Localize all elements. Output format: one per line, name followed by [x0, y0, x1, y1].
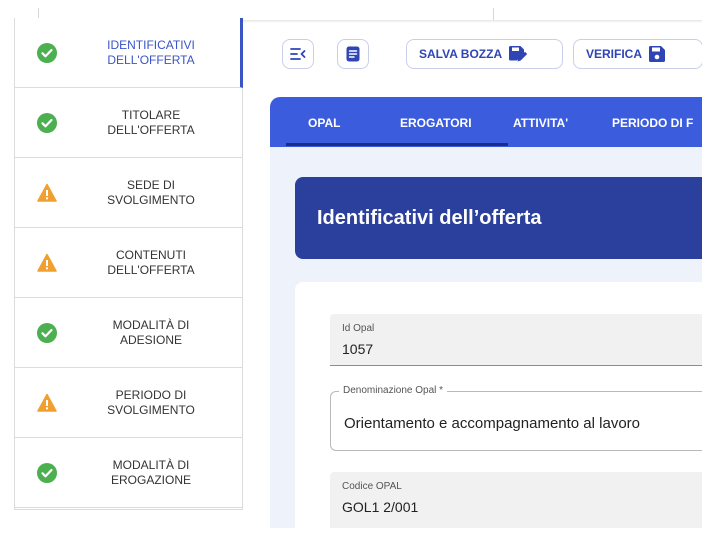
save-draft-button[interactable]: SALVA BOZZA	[406, 39, 563, 69]
warning-icon	[37, 393, 57, 412]
save-draft-icon	[509, 46, 528, 62]
codice-opal-label: Codice OPAL	[342, 481, 402, 492]
sidebar-item-label: MODALITÀ DI ADESIONE	[112, 317, 190, 347]
sidebar-item-sede[interactable]: SEDE DI SVOLGIMENTO	[15, 158, 243, 228]
sidebar-item-label: IDENTIFICATIVI DELL'OFFERTA	[107, 37, 195, 67]
sidebar-item-contenuti[interactable]: CONTENUTI DELL'OFFERTA	[15, 228, 243, 298]
tab-opal[interactable]: OPAL	[308, 97, 340, 147]
denominazione-label: Denominazione Opal *	[339, 385, 448, 396]
codice-opal-field[interactable]: Codice OPAL GOL1 2/001	[330, 472, 702, 528]
warning-icon	[37, 253, 57, 272]
denominazione-field[interactable]: Denominazione Opal * Orientamento e acco…	[330, 385, 702, 451]
id-opal-label: Id Opal	[342, 323, 375, 334]
sidebar-item-identificativi[interactable]: IDENTIFICATIVI DELL'OFFERTA	[15, 18, 243, 88]
section-header: Identificativi dell’offerta	[295, 177, 702, 259]
sidebar-item-titolare[interactable]: TITOLARE DELL'OFFERTA	[15, 88, 243, 158]
sidebar-item-erogazione[interactable]: MODALITÀ DI EROGAZIONE	[15, 438, 243, 508]
collapse-menu-icon	[290, 48, 306, 60]
check-circle-icon	[37, 462, 57, 483]
sidebar-item-periodo[interactable]: PERIODO DI SVOLGIMENTO	[15, 368, 243, 438]
page-title: Identificativi dell’offerta	[317, 207, 542, 229]
id-opal-field[interactable]: Id Opal 1057	[330, 314, 702, 366]
sidebar-item-label: PERIODO DI SVOLGIMENTO	[107, 387, 195, 417]
sidebar-item-adesione[interactable]: MODALITÀ DI ADESIONE	[15, 298, 243, 368]
sidebar-item-label: TITOLARE DELL'OFFERTA	[107, 107, 195, 137]
tab-periodo[interactable]: PERIODO DI F	[612, 97, 693, 147]
header-shadow	[242, 20, 702, 23]
tab-erogatori[interactable]: EROGATORI	[400, 97, 472, 147]
check-circle-icon	[37, 322, 57, 343]
sidebar-item-label: SEDE DI SVOLGIMENTO	[107, 177, 195, 207]
warning-icon	[37, 183, 57, 202]
save-icon	[649, 46, 666, 62]
verify-button[interactable]: VERIFICA	[573, 39, 702, 69]
tab-bar: OPAL EROGATORI ATTIVITA' PERIODO DI F	[270, 97, 702, 147]
save-draft-label: SALVA BOZZA	[419, 47, 503, 61]
collapse-menu-button[interactable]	[282, 39, 314, 69]
sidebar-item-label: CONTENUTI DELL'OFFERTA	[107, 247, 195, 277]
check-circle-icon	[37, 42, 57, 63]
codice-opal-value: GOL1 2/001	[342, 499, 419, 515]
check-circle-icon	[37, 112, 57, 133]
id-opal-value: 1057	[342, 341, 374, 357]
section-sidebar: IDENTIFICATIVI DELL'OFFERTA TITOLARE DEL…	[14, 18, 243, 510]
denominazione-value: Orientamento e accompagnamento al lavoro	[344, 415, 641, 432]
document-button[interactable]	[337, 39, 369, 69]
tab-attivita[interactable]: ATTIVITA'	[513, 97, 568, 147]
sidebar-item-label: MODALITÀ DI EROGAZIONE	[110, 457, 191, 487]
verify-label: VERIFICA	[586, 47, 643, 61]
document-icon	[346, 46, 360, 62]
